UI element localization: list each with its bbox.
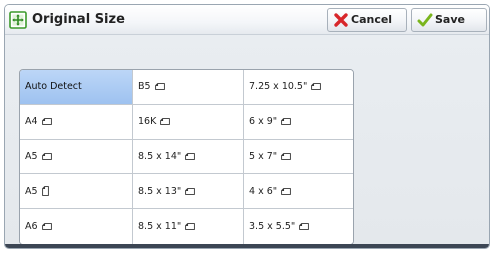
size-option[interactable]: 7.25 x 10.5" (244, 70, 353, 105)
size-grid: Auto Detect B5 7.25 x 10.5" A4 16K 6 x 9" A5 8.… (19, 69, 354, 245)
landscape-orientation-icon (299, 223, 310, 230)
content-area: Auto Detect B5 7.25 x 10.5" A4 16K 6 x 9" A5 8.… (5, 35, 489, 248)
size-option-label: 8.5 x 14" (138, 150, 182, 162)
bottom-rule (5, 244, 489, 248)
red-x-icon (334, 13, 348, 27)
size-option[interactable]: Auto Detect (20, 70, 133, 105)
page-title: Original Size (32, 12, 125, 27)
size-option[interactable]: 5 x 7" (244, 139, 353, 175)
size-option[interactable]: A4 (20, 104, 133, 140)
size-option-label: A6 (25, 221, 38, 233)
size-option-label: 4 x 6" (249, 185, 278, 197)
original-size-icon (9, 11, 27, 29)
size-option[interactable]: 6 x 9" (244, 104, 353, 140)
landscape-orientation-icon (185, 223, 196, 230)
landscape-orientation-icon (41, 153, 52, 160)
size-option-label: 6 x 9" (249, 116, 278, 128)
size-option-label: B5 (138, 81, 151, 93)
save-button[interactable]: Save (411, 8, 487, 32)
size-option[interactable]: A5 (20, 174, 133, 210)
size-option-label: 8.5 x 13" (138, 185, 182, 197)
original-size-dialog: Original Size Cancel Save Auto Detect B5 7… (4, 4, 490, 249)
size-option[interactable]: 3.5 x 5.5" (244, 209, 353, 244)
size-option-label: A5 (25, 150, 38, 162)
landscape-orientation-icon (281, 118, 291, 126)
size-option[interactable]: B5 (133, 70, 244, 105)
size-option[interactable]: 8.5 x 11" (133, 209, 244, 244)
landscape-orientation-icon (281, 187, 291, 195)
size-option-label: 16K (138, 116, 157, 128)
landscape-orientation-icon (185, 153, 196, 160)
size-option-label: 7.25 x 10.5" (249, 81, 308, 93)
size-option[interactable]: 16K (133, 104, 244, 140)
size-option[interactable]: 8.5 x 13" (133, 174, 244, 210)
portrait-orientation-icon (41, 186, 49, 197)
cancel-label: Cancel (351, 13, 393, 26)
size-option[interactable]: A6 (20, 209, 133, 244)
landscape-orientation-icon (311, 83, 322, 91)
landscape-orientation-icon (41, 118, 52, 126)
size-option-label: Auto Detect (25, 81, 82, 93)
size-option[interactable]: 8.5 x 14" (133, 139, 244, 175)
save-label: Save (435, 13, 465, 26)
landscape-orientation-icon (41, 223, 52, 230)
green-check-icon (417, 13, 433, 27)
size-option[interactable]: 4 x 6" (244, 174, 353, 210)
size-option-label: 8.5 x 11" (138, 221, 182, 233)
size-option-label: 3.5 x 5.5" (249, 221, 296, 233)
size-option[interactable]: A5 (20, 139, 133, 175)
landscape-orientation-icon (160, 118, 171, 126)
size-option-label: 5 x 7" (249, 150, 278, 162)
cancel-button[interactable]: Cancel (327, 8, 407, 32)
landscape-orientation-icon (281, 153, 291, 160)
title-bar: Original Size Cancel Save (5, 5, 489, 35)
landscape-orientation-icon (154, 83, 165, 91)
size-option-label: A4 (25, 116, 38, 128)
landscape-orientation-icon (185, 187, 196, 195)
size-option-label: A5 (25, 185, 38, 197)
